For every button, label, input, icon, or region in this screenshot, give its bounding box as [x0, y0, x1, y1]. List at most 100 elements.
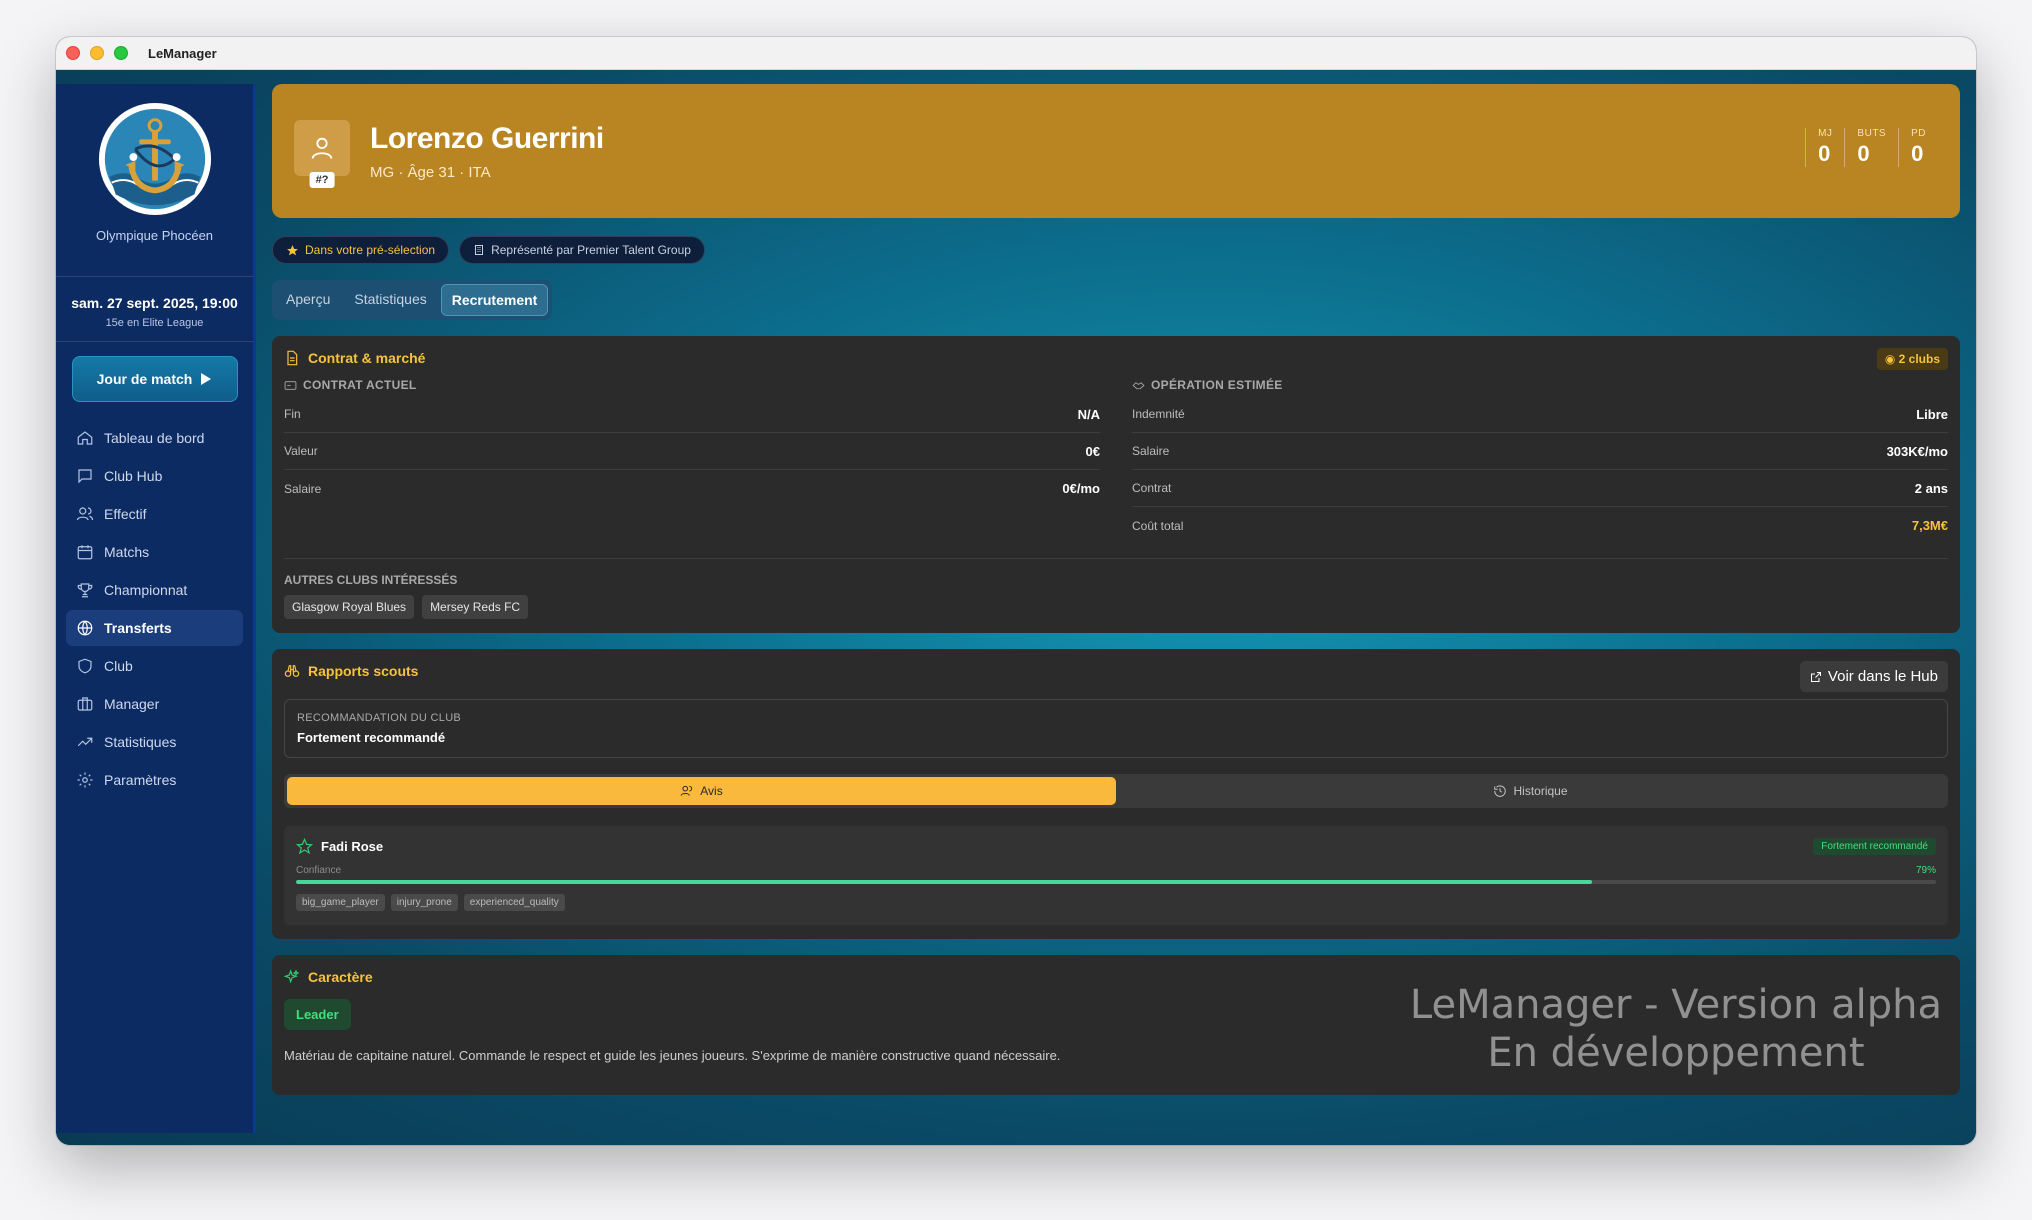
stat-matches: MJ 0	[1805, 128, 1844, 167]
match-day-button[interactable]: Jour de match	[71, 356, 238, 402]
estimated-operation: OPÉRATION ESTIMÉE Indemnité Libre Salaire…	[1132, 378, 1948, 544]
shortlist-badge[interactable]: Dans votre pré-sélection	[272, 236, 450, 264]
player-badges: Dans votre pré-sélection Représenté par …	[272, 236, 1960, 264]
window-title: LeManager	[148, 45, 217, 61]
estimate-row: Salaire 303K€/mo	[1132, 433, 1948, 470]
other-clubs-label: AUTRES CLUBS INTÉRESSÉS	[284, 573, 458, 587]
contract-row: Salaire 0€/mo	[284, 481, 1100, 496]
sidebar-item-label: Tableau de bord	[104, 430, 205, 446]
eye-icon: ◉	[1884, 352, 1896, 366]
divider	[284, 558, 1948, 559]
sidebar-item-label: Matchs	[104, 544, 150, 560]
sidebar-item-squad[interactable]: Effectif	[66, 496, 243, 532]
app-content: Olympique Phocéen sam. 27 sept. 2025, 19…	[56, 70, 1976, 1145]
main-panel: #? Lorenzo Guerrini MG · Âge 31 · ITA MJ…	[272, 84, 1960, 1133]
document-icon	[287, 350, 298, 366]
shield-icon	[78, 658, 92, 674]
briefcase-icon	[77, 697, 93, 711]
sidebar-item-championship[interactable]: Championnat	[66, 572, 243, 608]
confidence-bar	[296, 880, 1936, 884]
scout-recommendation-badge: Fortement recommandé	[1813, 838, 1936, 855]
sidebar-item-label: Manager	[104, 696, 160, 712]
player-tabs: Aperçu Statistiques Recrutement	[272, 280, 553, 320]
character-title: Caractère	[284, 969, 1948, 985]
sidebar-item-label: Club	[104, 658, 133, 674]
confidence-row: Confiance 79%	[296, 865, 1936, 876]
club-logo-icon	[98, 102, 211, 216]
sidebar-item-label: Paramètres	[104, 772, 177, 788]
scout-reports-title: Rapports scouts	[284, 663, 1948, 679]
title-bar: LeManager	[56, 37, 1976, 70]
sidebar-item-statistics[interactable]: Statistiques	[66, 724, 243, 760]
player-avatar: #?	[294, 120, 350, 188]
player-name: Lorenzo Guerrini	[370, 121, 604, 155]
view-in-hub-button[interactable]: Voir dans le Hub	[1799, 661, 1948, 692]
stat-assists: PD 0	[1898, 128, 1938, 167]
sparkles-icon	[284, 969, 300, 984]
current-contract: CONTRAT ACTUEL Fin N/A Valeur 0€ Salaire 0€…	[284, 378, 1100, 544]
minimize-window-button[interactable]	[90, 46, 104, 60]
sidebar-item-label: Club Hub	[104, 468, 163, 484]
star-outline-icon	[296, 838, 313, 855]
scout-reports-card: Rapports scouts Voir dans le Hub RECOMMA…	[272, 649, 1960, 939]
play-icon	[201, 373, 212, 385]
club-chip[interactable]: Mersey Reds FC	[422, 595, 529, 619]
trait-tag: big_game_player	[296, 894, 385, 911]
club-name: Olympique Phocéen	[95, 228, 214, 243]
interested-clubs-badge: ◉ 2 clubs	[1876, 348, 1948, 370]
stat-goals: BUTS 0	[1844, 128, 1898, 167]
player-header: #? Lorenzo Guerrini MG · Âge 31 · ITA MJ…	[272, 84, 1960, 218]
sidebar-item-label: Statistiques	[104, 734, 177, 750]
users-icon	[680, 785, 693, 796]
estimated-operation-head: OPÉRATION ESTIMÉE	[1132, 378, 1948, 392]
external-link-icon	[1810, 671, 1821, 682]
user-icon	[311, 137, 333, 159]
sidebar-item-club-hub[interactable]: Club Hub	[66, 458, 243, 494]
contract-card: Contrat & marché ◉ 2 clubs CONTRAT ACTUE…	[272, 336, 1960, 633]
binoculars-icon	[284, 665, 300, 677]
toggle-opinions[interactable]: Avis	[287, 777, 1116, 805]
tab-overview[interactable]: Aperçu	[276, 284, 340, 316]
character-card: Caractère Leader Matériau de capitaine n…	[272, 955, 1960, 1095]
current-date: sam. 27 sept. 2025, 19:00	[71, 295, 238, 311]
sidebar-item-transfers[interactable]: Transferts	[66, 610, 243, 646]
current-contract-head: CONTRAT ACTUEL	[284, 378, 1100, 392]
contract-columns: CONTRAT ACTUEL Fin N/A Valeur 0€ Salaire 0€…	[284, 378, 1948, 544]
sidebar-item-manager[interactable]: Manager	[66, 686, 243, 722]
home-icon	[77, 431, 93, 445]
scout-report: Fadi Rose Fortement recommandé Confiance…	[284, 826, 1948, 925]
sidebar-item-club[interactable]: Club	[66, 648, 243, 684]
star-icon	[287, 244, 298, 255]
trait-tag: injury_prone	[390, 894, 458, 911]
tab-recruitment[interactable]: Recrutement	[440, 284, 549, 316]
calendar-icon	[77, 545, 93, 560]
chat-icon	[78, 469, 92, 484]
card-icon	[284, 380, 297, 390]
agent-badge: Représenté par Premier Talent Group	[459, 236, 705, 264]
game-date-block: sam. 27 sept. 2025, 19:00 15e en Elite L…	[56, 277, 253, 342]
handshake-icon	[1132, 381, 1145, 389]
sidebar-item-matches[interactable]: Matchs	[66, 534, 243, 570]
history-icon	[1494, 785, 1507, 797]
club-chip[interactable]: Glasgow Royal Blues	[284, 595, 415, 619]
tab-statistics[interactable]: Statistiques	[344, 284, 436, 316]
building-icon	[475, 245, 484, 255]
estimate-row: Indemnité Libre	[1132, 396, 1948, 433]
scout-view-toggle: Avis Historique	[284, 774, 1948, 808]
contract-row: Valeur 0€	[284, 433, 1100, 470]
close-window-button[interactable]	[66, 46, 80, 60]
sidebar-nav: Tableau de bord Club Hub Effectif Matchs…	[56, 420, 253, 798]
app-window: LeManager Olympique Phocéen sam. 27 sept…	[56, 37, 1976, 1145]
estimate-row: Contrat 2 ans	[1132, 470, 1948, 507]
maximize-window-button[interactable]	[114, 46, 128, 60]
sidebar-item-settings[interactable]: Paramètres	[66, 762, 243, 798]
sidebar-item-dashboard[interactable]: Tableau de bord	[66, 420, 243, 456]
globe-icon	[77, 620, 93, 636]
club-recommendation: RECOMMANDATION DU CLUB Fortement recomma…	[284, 699, 1948, 758]
toggle-history[interactable]: Historique	[1116, 777, 1945, 805]
trend-icon	[77, 737, 93, 747]
gear-icon	[77, 772, 93, 788]
sidebar-item-label: Effectif	[104, 506, 147, 522]
contract-row: Fin N/A	[284, 396, 1100, 433]
character-trait-badge: Leader	[284, 999, 351, 1030]
